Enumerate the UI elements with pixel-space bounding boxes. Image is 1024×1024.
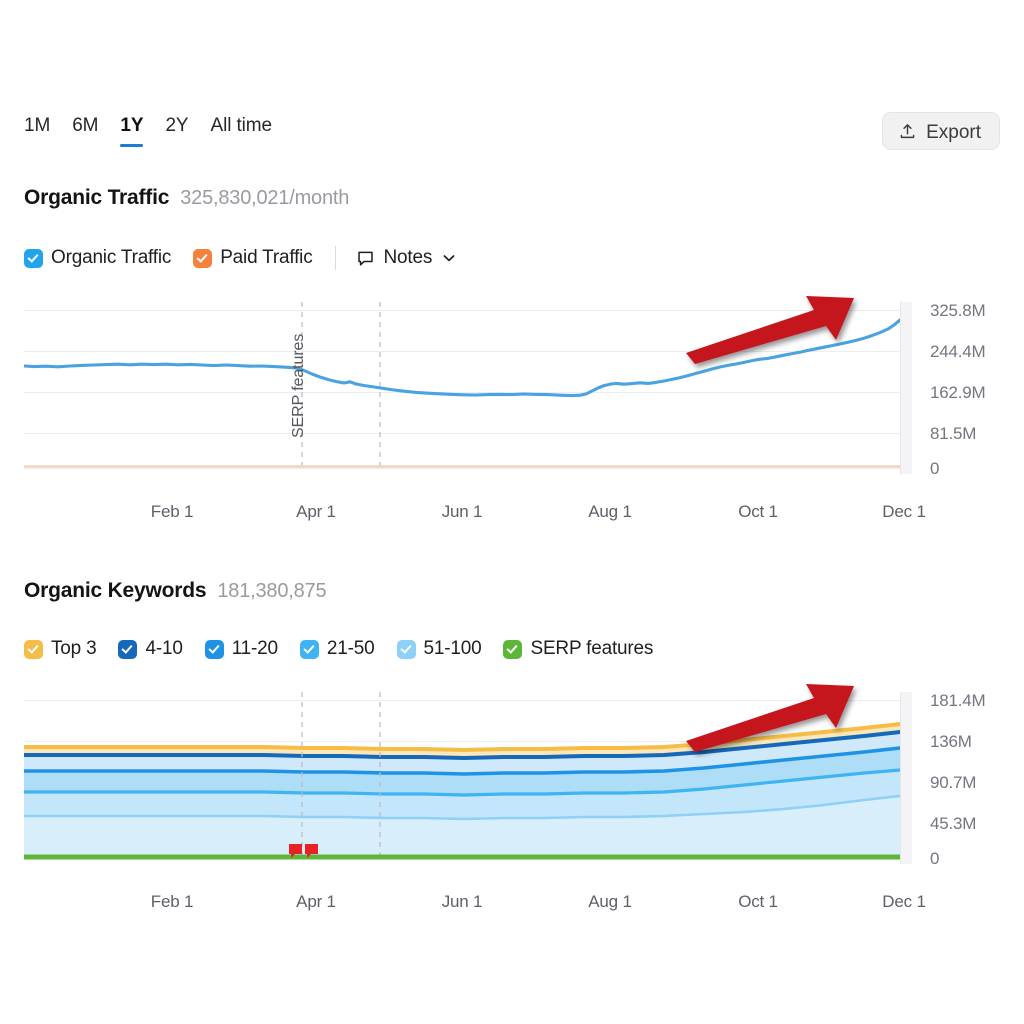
- range-tab-all-time[interactable]: All time: [211, 114, 273, 147]
- export-button[interactable]: Export: [882, 112, 1000, 150]
- chevron-down-icon: [441, 250, 457, 266]
- legend-label-51-100: 51-100: [423, 638, 482, 659]
- organic-traffic-value: 325,830,021/month: [180, 187, 350, 209]
- legend-label-top-3: Top 3: [51, 638, 97, 659]
- notes-dropdown[interactable]: Notes: [356, 247, 458, 269]
- range-tab-2y[interactable]: 2Y: [165, 114, 188, 147]
- toolbar: 1M 6M 1Y 2Y All time Export: [24, 112, 1000, 156]
- legend-item-4-10[interactable]: 4-10: [118, 638, 183, 660]
- organic-keywords-header: Organic Keywords 181,380,875: [24, 579, 327, 603]
- checkbox-51-100[interactable]: [396, 639, 416, 659]
- organic-keywords-y-axis: 181.4M 136M 90.7M 45.3M 0: [930, 691, 1020, 868]
- analytics-page: 1M 6M 1Y 2Y All time Export Organic Traf…: [0, 0, 1024, 1024]
- organic-traffic-header: Organic Traffic 325,830,021/month: [24, 186, 349, 210]
- legend-divider: [334, 246, 336, 270]
- x-tick-label: Feb 1: [150, 502, 194, 521]
- checkbox-organic-traffic[interactable]: [24, 248, 43, 268]
- legend-item-11-20[interactable]: 11-20: [204, 638, 278, 660]
- organic-keywords-value: 181,380,875: [217, 580, 327, 602]
- organic-traffic-x-axis: Feb 1 Apr 1 Jun 1 Aug 1 Oct 1 Dec 1: [24, 502, 926, 526]
- x-tick-label: Dec 1: [882, 892, 926, 911]
- legend-item-51-100[interactable]: 51-100: [396, 638, 482, 660]
- checkbox-top-3[interactable]: [24, 639, 43, 659]
- x-tick-label: Apr 1: [296, 892, 336, 911]
- legend-label-4-10: 4-10: [145, 638, 183, 659]
- page-title: Organic Traffic: [24, 186, 170, 209]
- x-tick-label: Aug 1: [588, 502, 632, 521]
- y-tick-label: 0: [930, 459, 940, 478]
- legend-label-organic-traffic: Organic Traffic: [51, 247, 172, 268]
- speech-bubble-icon: [356, 249, 375, 268]
- y-tick-label: 0: [930, 849, 940, 868]
- organic-keywords-title: Organic Keywords: [24, 579, 207, 602]
- range-tab-6m[interactable]: 6M: [72, 114, 98, 147]
- x-tick-label: Dec 1: [882, 502, 926, 521]
- x-tick-label: Apr 1: [296, 502, 336, 521]
- x-tick-label: Oct 1: [738, 892, 778, 911]
- x-tick-label: Jun 1: [441, 892, 483, 911]
- range-tab-1y[interactable]: 1Y: [120, 114, 144, 147]
- legend-item-organic-traffic[interactable]: Organic Traffic: [24, 247, 171, 269]
- legend-item-paid-traffic[interactable]: Paid Traffic: [193, 247, 313, 269]
- y-tick-label: 162.9M: [930, 383, 986, 402]
- checkbox-paid-traffic[interactable]: [193, 248, 213, 268]
- y-tick-label: 81.5M: [930, 424, 977, 443]
- x-tick-label: Feb 1: [150, 892, 194, 911]
- checkbox-21-50[interactable]: [299, 639, 319, 659]
- legend-item-serp-features[interactable]: SERP features: [503, 638, 653, 660]
- notes-label: Notes: [383, 247, 433, 268]
- y-tick-label: 325.8M: [930, 301, 986, 320]
- checkbox-11-20[interactable]: [204, 639, 224, 659]
- legend-label-11-20: 11-20: [231, 638, 278, 659]
- serp-features-annotation: SERP features: [290, 333, 307, 438]
- y-tick-label: 45.3M: [930, 814, 977, 833]
- legend-item-21-50[interactable]: 21-50: [299, 638, 375, 660]
- organic-traffic-plot: SERP features: [24, 302, 912, 474]
- x-tick-label: Oct 1: [738, 502, 778, 521]
- organic-keywords-legend: Top 3 4-10 11-20 21-50 51-100 SERP featu…: [24, 638, 675, 660]
- organic-keywords-chart: 181.4M 136M 90.7M 45.3M 0 Feb 1 Apr 1 Ju…: [24, 684, 1000, 922]
- organic-traffic-y-axis: 325.8M 244.4M 162.9M 81.5M 0: [930, 301, 1020, 478]
- date-range-tabs: 1M 6M 1Y 2Y All time: [24, 112, 272, 147]
- range-tab-1m[interactable]: 1M: [24, 114, 50, 147]
- export-button-label: Export: [926, 121, 981, 143]
- legend-item-top-3[interactable]: Top 3: [24, 638, 97, 660]
- upload-icon: [898, 122, 917, 141]
- y-tick-label: 90.7M: [930, 773, 977, 792]
- organic-keywords-x-axis: Feb 1 Apr 1 Jun 1 Aug 1 Oct 1 Dec 1: [24, 892, 926, 916]
- y-tick-label: 181.4M: [930, 691, 986, 710]
- organic-traffic-chart: SERP features 325.8M 244.4M 162.9M 81.5M…: [24, 296, 1000, 532]
- checkbox-4-10[interactable]: [118, 639, 138, 659]
- legend-label-paid-traffic: Paid Traffic: [220, 247, 313, 268]
- organic-keywords-plot: [24, 692, 912, 864]
- organic-traffic-legend: Organic Traffic Paid Traffic Notes: [24, 246, 457, 270]
- legend-label-21-50: 21-50: [326, 638, 375, 659]
- x-tick-label: Jun 1: [441, 502, 483, 521]
- x-tick-label: Aug 1: [588, 892, 632, 911]
- y-tick-label: 136M: [930, 732, 972, 751]
- legend-label-serp-features: SERP features: [530, 638, 654, 659]
- checkbox-serp-features[interactable]: [503, 639, 523, 659]
- y-tick-label: 244.4M: [930, 342, 986, 361]
